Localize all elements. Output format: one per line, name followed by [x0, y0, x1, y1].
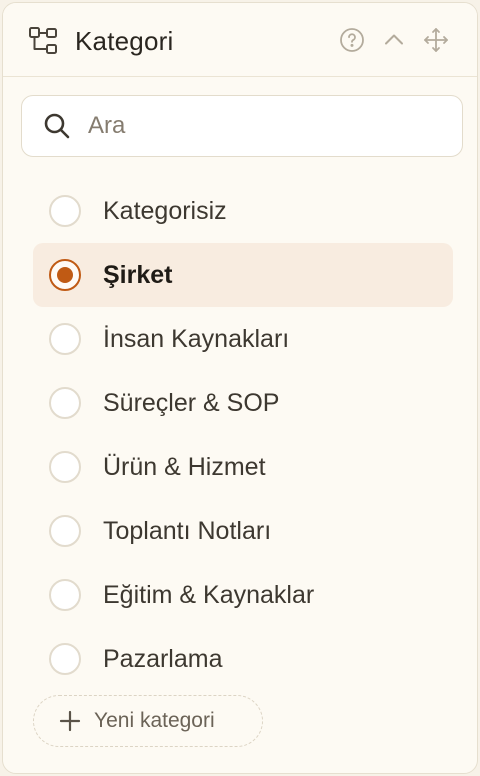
radio-button[interactable] [49, 643, 81, 675]
category-panel: Kategori Ara Kategorisiz Şirket İnsan Ka… [2, 2, 478, 774]
category-option-label: Süreçler & SOP [103, 389, 280, 417]
panel-title: Kategori [75, 26, 174, 56]
category-option-label: İnsan Kaynakları [103, 325, 290, 353]
category-option[interactable]: Eğitim & Kaynaklar [33, 563, 453, 627]
search-icon [42, 111, 72, 141]
category-option-label: Şirket [103, 261, 173, 289]
panel-header: Kategori [3, 3, 477, 77]
category-option[interactable]: Pazarlama [33, 627, 453, 691]
radio-button[interactable] [49, 259, 81, 291]
category-option[interactable]: Süreçler & SOP [33, 371, 453, 435]
category-option[interactable]: Toplantı Notları [33, 499, 453, 563]
radio-button[interactable] [49, 387, 81, 419]
category-option-label: Eğitim & Kaynaklar [103, 581, 315, 609]
new-category-label: Yeni kategori [94, 709, 215, 732]
search-input[interactable] [86, 106, 446, 146]
category-option[interactable]: Kategorisiz [33, 179, 453, 243]
category-option-label: Pazarlama [103, 645, 223, 673]
category-tree-icon [27, 25, 59, 57]
category-option[interactable]: Şirket [33, 243, 453, 307]
radio-button[interactable] [49, 579, 81, 611]
plus-icon [58, 709, 82, 733]
category-option-label: Toplantı Notları [103, 517, 272, 545]
help-circle-icon[interactable] [339, 27, 365, 53]
category-option-label: Ürün & Hizmet [103, 453, 266, 481]
category-option-label: Kategorisiz [103, 197, 227, 225]
radio-button[interactable] [49, 515, 81, 547]
move-icon[interactable] [423, 27, 449, 53]
search-box [21, 95, 463, 157]
chevron-up-icon[interactable] [381, 27, 407, 53]
new-category-button[interactable]: Yeni kategori [33, 695, 263, 747]
category-option[interactable]: İnsan Kaynakları [33, 307, 453, 371]
radio-button[interactable] [49, 451, 81, 483]
category-option[interactable]: Ürün & Hizmet [33, 435, 453, 499]
radio-button[interactable] [49, 195, 81, 227]
radio-button[interactable] [49, 323, 81, 355]
